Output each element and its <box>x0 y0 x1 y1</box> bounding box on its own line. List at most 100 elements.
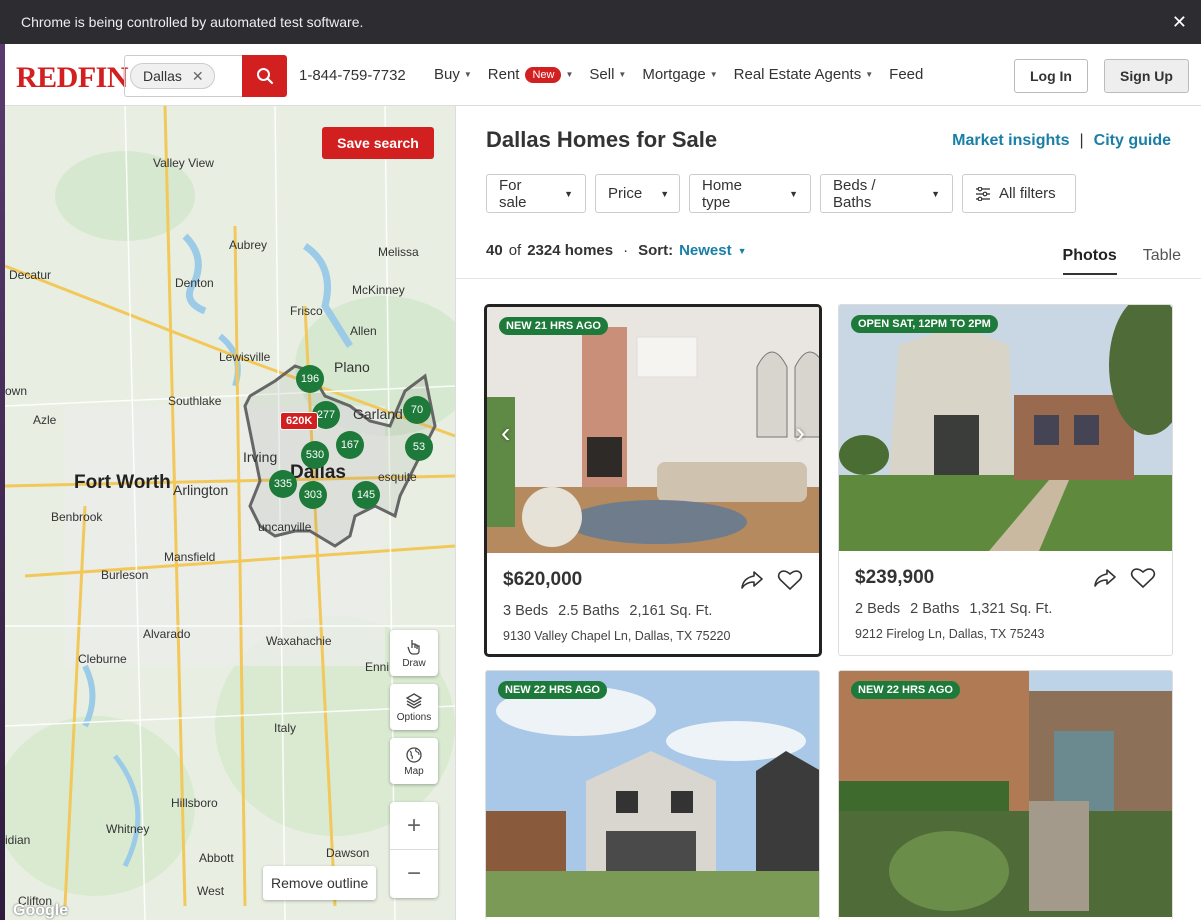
listing-price: $620,000 <box>503 569 583 590</box>
tab-table[interactable]: Table <box>1143 247 1181 275</box>
listing-tag: NEW 22 HRS AGO <box>851 681 960 699</box>
search-chip: Dallas ✕ <box>130 63 215 89</box>
map-label-dawson: Dawson <box>326 846 370 860</box>
new-build-house-photo <box>486 671 819 917</box>
listing-stats: 3 Beds 2.5 Baths 2,161 Sq. Ft. <box>503 603 712 619</box>
map-label-garland: Garland <box>353 406 403 422</box>
map-cluster[interactable]: 303 <box>299 481 327 509</box>
map-label-ennis: Enni <box>365 660 390 674</box>
site-header: REDFIN Dallas ✕ 1-844-759-7732 Buy ▼ Rent… <box>5 44 1201 106</box>
map-label-town: own <box>5 384 28 398</box>
listing-stats: 2 Beds 2 Baths 1,321 Sq. Ft. <box>855 601 1052 617</box>
chevron-down-icon: ▼ <box>618 70 627 79</box>
nav-feed[interactable]: Feed <box>889 66 923 83</box>
count-total: 2324 homes <box>527 242 614 259</box>
map-cluster[interactable]: 53 <box>405 433 433 461</box>
townhouse-photo <box>839 305 1172 551</box>
phone-number[interactable]: 1-844-759-7732 <box>299 67 406 84</box>
map-cluster[interactable]: 167 <box>336 431 364 459</box>
listing-beds: 3 Beds <box>503 603 549 619</box>
listing-card[interactable]: NEW 22 HRS AGO <box>838 670 1173 920</box>
nav-buy[interactable]: Buy ▼ <box>434 66 472 83</box>
map-label-melissa: Melissa <box>378 245 419 259</box>
listing-tag: NEW 21 HRS AGO <box>499 317 608 335</box>
page-title: Dallas Homes for Sale <box>486 127 718 152</box>
chevron-right-icon[interactable]: › <box>796 417 805 449</box>
map-label-southlake: Southlake <box>168 394 222 408</box>
header-links: Market insights | City guide <box>952 132 1171 150</box>
listing-photo[interactable]: NEW 22 HRS AGO <box>839 671 1172 917</box>
map-type-label: Map <box>404 765 424 777</box>
listing-photo[interactable]: NEW 22 HRS AGO <box>486 671 819 917</box>
heart-icon[interactable] <box>777 569 803 591</box>
all-filters-button[interactable]: All filters <box>962 174 1076 213</box>
login-button[interactable]: Log In <box>1014 59 1088 93</box>
search-input[interactable]: Dallas ✕ <box>124 55 242 97</box>
map-label-mansfield: Mansfield <box>164 550 216 564</box>
chevron-left-icon[interactable]: ‹ <box>501 417 510 449</box>
map-label-duncanville: uncanville <box>258 520 312 534</box>
tab-photos[interactable]: Photos <box>1062 247 1117 275</box>
filter-home-type[interactable]: Home type ▼ <box>689 174 811 213</box>
nav-sell-label: Sell <box>589 66 615 83</box>
city-guide-link[interactable]: City guide <box>1094 132 1171 150</box>
listing-card[interactable]: NEW 22 HRS AGO <box>485 670 820 920</box>
map-label-fort-worth: Fort Worth <box>74 472 171 493</box>
map-attribution: Google <box>13 902 69 919</box>
map-label-waxahachie: Waxahachie <box>266 634 332 648</box>
map-label-decatur: Decatur <box>9 268 52 282</box>
nav-buy-label: Buy <box>434 66 460 83</box>
count-of: of <box>508 242 522 259</box>
redfin-logo[interactable]: REDFIN <box>16 61 129 95</box>
close-icon[interactable]: ✕ <box>1172 12 1187 33</box>
map-label-denton: Denton <box>175 276 214 290</box>
caret-down-icon: ▼ <box>660 188 670 199</box>
map-label-lewisville: Lewisville <box>219 350 271 364</box>
listing-card[interactable]: NEW 21 HRS AGO ‹ › $620,000 3 Beds 2.5 B… <box>484 304 822 657</box>
listing-address[interactable]: 9130 Valley Chapel Ln, Dallas, TX 75220 <box>503 629 730 643</box>
map-cluster[interactable]: 196 <box>296 365 324 393</box>
remove-outline-button[interactable]: Remove outline <box>263 866 377 900</box>
map-label-frisco: Frisco <box>290 304 323 318</box>
view-tabs: Photos Table <box>1062 247 1181 275</box>
map-type-button[interactable]: Map <box>390 738 438 784</box>
listing-card[interactable]: OPEN SAT, 12PM TO 2PM $239,900 2 Beds 2 … <box>838 304 1173 656</box>
heart-icon[interactable] <box>1130 567 1156 589</box>
search-button[interactable] <box>242 55 287 97</box>
zoom-in-button[interactable]: + <box>390 802 438 850</box>
nav-mortgage[interactable]: Mortgage ▼ <box>642 66 717 83</box>
filter-for-sale[interactable]: For sale ▼ <box>486 174 586 213</box>
zoom-out-button[interactable]: − <box>390 850 438 898</box>
map-price-pin[interactable]: 620K <box>280 412 319 430</box>
nav-mortgage-label: Mortgage <box>642 66 706 83</box>
listing-address[interactable]: 9212 Firelog Ln, Dallas, TX 75243 <box>855 627 1044 641</box>
filter-beds-baths[interactable]: Beds / Baths ▼ <box>820 174 953 213</box>
map-cluster[interactable]: 145 <box>352 481 380 509</box>
signup-button[interactable]: Sign Up <box>1104 59 1189 93</box>
listing-baths: 2.5 Baths <box>558 603 620 619</box>
market-insights-link[interactable]: Market insights <box>952 132 1069 150</box>
map-cluster[interactable]: 70 <box>403 396 431 424</box>
share-icon[interactable] <box>739 569 765 591</box>
share-icon[interactable] <box>1092 567 1118 589</box>
chip-remove-icon[interactable]: ✕ <box>192 68 204 85</box>
listing-sqft: 2,161 Sq. Ft. <box>629 603 713 619</box>
draw-button[interactable]: Draw <box>390 630 438 676</box>
map-cluster[interactable]: 335 <box>269 470 297 498</box>
save-search-button[interactable]: Save search <box>322 127 434 159</box>
new-badge: New <box>525 66 562 83</box>
map-panel[interactable]: Valley View Aubrey Melissa Decatur Dento… <box>5 106 455 920</box>
options-button[interactable]: Options <box>390 684 438 730</box>
sort-dropdown[interactable]: Newest <box>679 242 732 259</box>
nav-rent[interactable]: Rent New ▼ <box>488 66 574 83</box>
listing-photo[interactable]: NEW 21 HRS AGO ‹ › <box>487 307 819 553</box>
nav-sell[interactable]: Sell ▼ <box>589 66 626 83</box>
search-icon <box>256 68 273 85</box>
map-label-hillsboro: Hillsboro <box>171 796 218 810</box>
map-cluster[interactable]: 530 <box>301 441 329 469</box>
nav-agents[interactable]: Real Estate Agents ▼ <box>734 66 874 83</box>
listing-photo[interactable]: OPEN SAT, 12PM TO 2PM <box>839 305 1172 551</box>
filter-price[interactable]: Price ▼ <box>595 174 680 213</box>
listing-baths: 2 Baths <box>910 601 960 617</box>
map-label-azle: Azle <box>33 413 57 427</box>
